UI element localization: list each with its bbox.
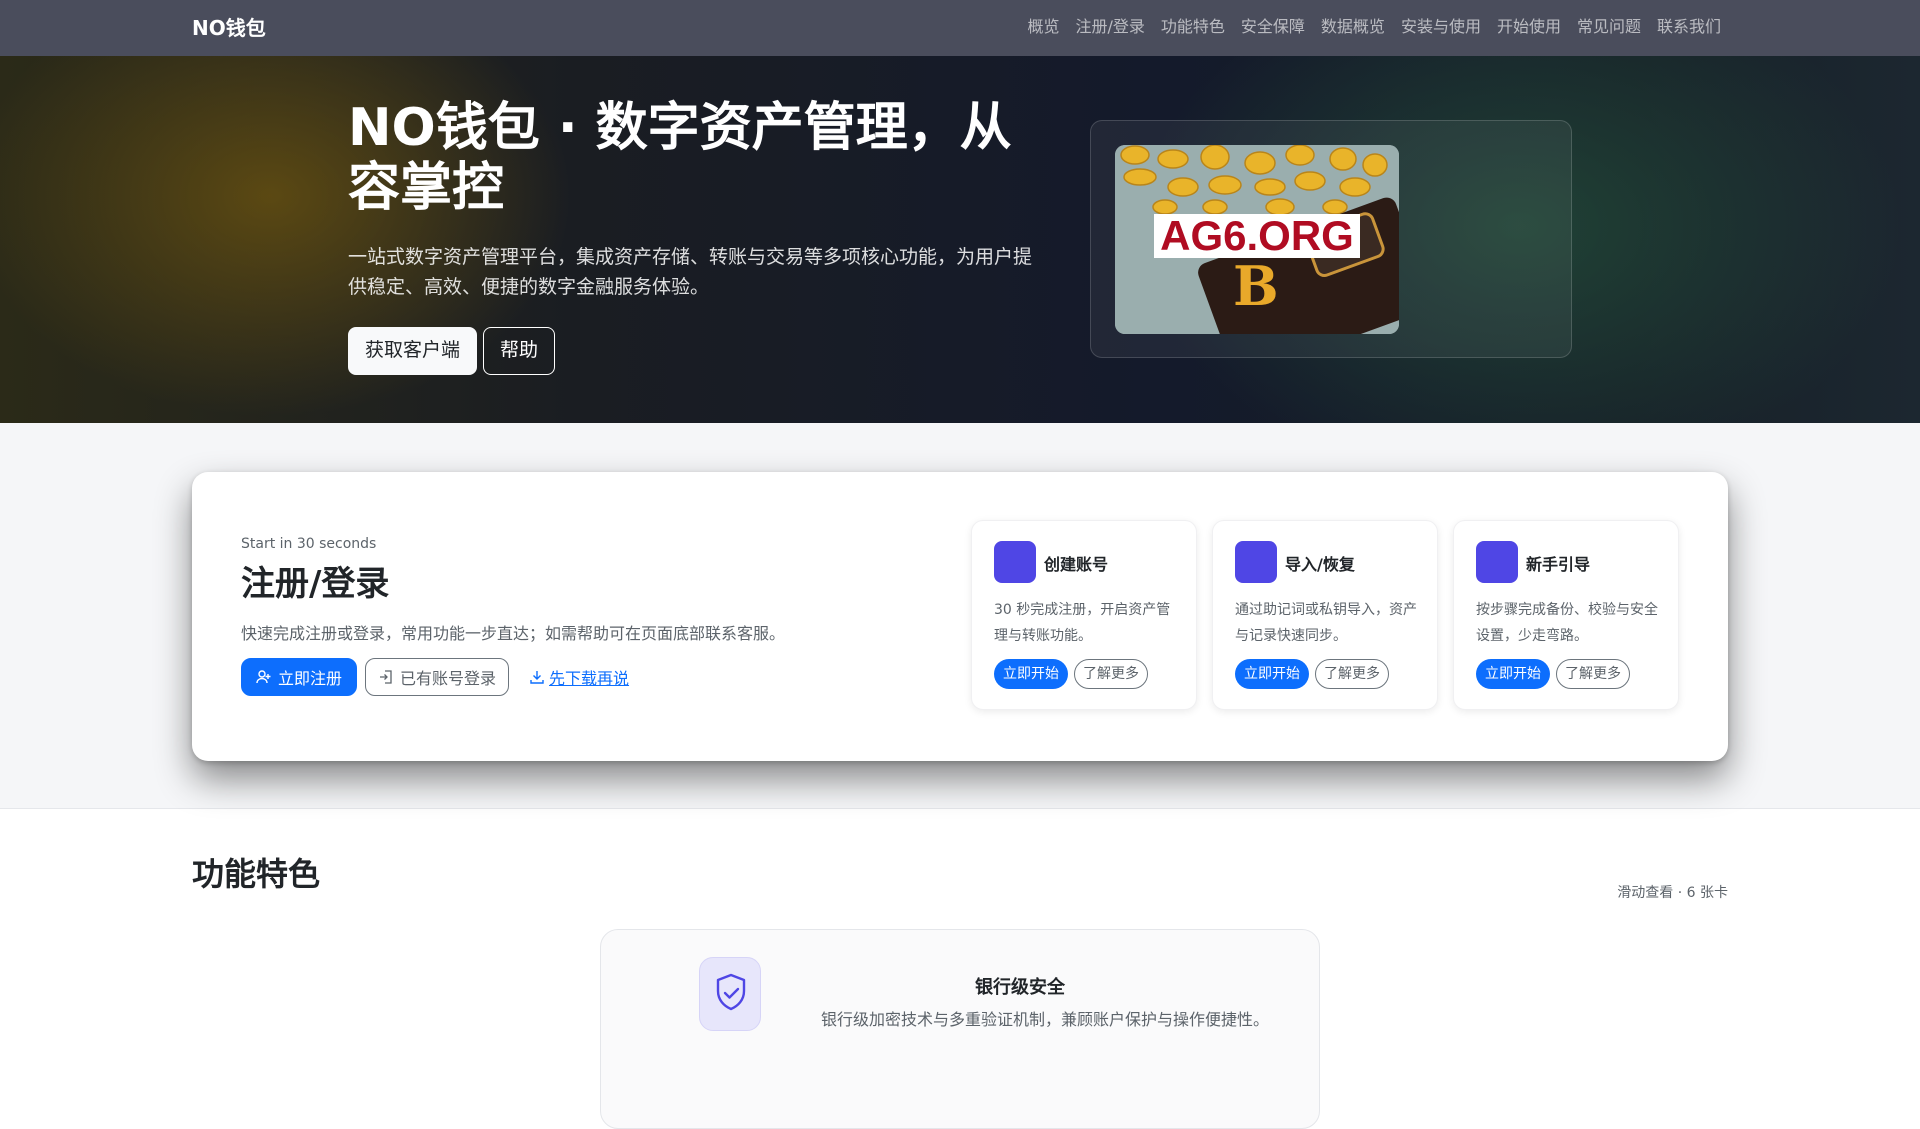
login-icon	[380, 670, 392, 684]
help-button[interactable]: 帮助	[483, 327, 556, 375]
register-section: Start in 30 seconds 注册/登录 快速完成注册或登录，常用功能…	[0, 423, 1920, 809]
card-title: 创建账号	[1044, 555, 1109, 574]
card-buttons: 立即开始 了解更多	[1476, 659, 1630, 689]
hero-buttons: 获取客户端 帮助	[348, 327, 556, 375]
features-title: 功能特色	[192, 855, 321, 893]
feature-card-title: 银行级安全	[975, 977, 1065, 998]
card-description: 按步骤完成备份、校验与安全设置，少走弯路。	[1476, 602, 1658, 644]
create-account-card: 创建账号 30 秒完成注册，开启资产管理与转账功能。 立即开始 了解更多	[971, 520, 1197, 710]
card-buttons: 立即开始 了解更多	[994, 659, 1148, 689]
brand-logo[interactable]: NO钱包	[192, 14, 266, 42]
register-button[interactable]: 立即注册	[241, 658, 358, 696]
nav-link-security[interactable]: 安全保障	[1241, 16, 1305, 38]
navbar: NO钱包 概览 注册/登录 功能特色 安全保障 数据概览 安装与使用 开始使用 …	[0, 0, 1920, 56]
nav-links: 概览 注册/登录 功能特色 安全保障 数据概览 安装与使用 开始使用 常见问题 …	[1027, 16, 1721, 38]
beginner-guide-card: 新手引导 按步骤完成备份、校验与安全设置，少走弯路。 立即开始 了解更多	[1453, 520, 1679, 710]
register-description: 快速完成注册或登录，常用功能一步直达；如需帮助可在页面底部联系客服。	[241, 624, 786, 643]
feature-card-description: 银行级加密技术与多重验证机制，兼顾账户保护与操作便捷性。	[820, 1010, 1269, 1029]
feature-card[interactable]: 银行级安全 银行级加密技术与多重验证机制，兼顾账户保护与操作便捷性。	[600, 929, 1320, 1129]
hero-title: NO钱包 · 数字资产管理，从容掌控	[348, 98, 1012, 218]
nav-link-install[interactable]: 安装与使用	[1401, 16, 1481, 38]
card-title: 新手引导	[1526, 555, 1591, 574]
login-button-label: 已有账号登录	[400, 671, 497, 688]
beginner-guide-icon	[1476, 541, 1518, 583]
card-description: 通过助记词或私钥导入，资产与记录快速同步。	[1235, 602, 1417, 644]
register-card: Start in 30 seconds 注册/登录 快速完成注册或登录，常用功能…	[192, 472, 1728, 761]
hero-image: B AG6.ORG	[1115, 145, 1399, 334]
register-button-label: 立即注册	[278, 671, 343, 688]
learn-more-button[interactable]: 了解更多	[1556, 659, 1630, 689]
image-watermark: AG6.ORG	[1154, 214, 1360, 258]
import-restore-card: 导入/恢复 通过助记词或私钥导入，资产与记录快速同步。 立即开始 了解更多	[1212, 520, 1438, 710]
nav-link-start[interactable]: 开始使用	[1497, 16, 1561, 38]
nav-link-contact[interactable]: 联系我们	[1657, 16, 1721, 38]
nav-link-data[interactable]: 数据概览	[1321, 16, 1385, 38]
register-actions: 立即注册 已有账号登录 先下载再说	[241, 658, 629, 696]
register-eyebrow: Start in 30 seconds	[241, 536, 377, 552]
register-title: 注册/登录	[241, 564, 390, 604]
download-icon	[530, 671, 544, 684]
nav-link-overview[interactable]: 概览	[1027, 16, 1059, 38]
start-now-button[interactable]: 立即开始	[994, 659, 1068, 689]
download-link[interactable]: 先下载再说	[529, 665, 629, 689]
nav-link-features[interactable]: 功能特色	[1161, 16, 1225, 38]
learn-more-button[interactable]: 了解更多	[1315, 659, 1389, 689]
person-add-icon	[256, 670, 271, 684]
login-button[interactable]: 已有账号登录	[365, 658, 510, 696]
create-account-icon	[994, 541, 1036, 583]
start-now-button[interactable]: 立即开始	[1476, 659, 1550, 689]
hero-image-panel: B AG6.ORG	[1090, 120, 1572, 358]
download-link-label: 先下载再说	[549, 669, 630, 688]
svg-text:B: B	[1233, 254, 1279, 318]
card-description: 30 秒完成注册，开启资产管理与转账功能。	[994, 602, 1171, 644]
nav-link-faq[interactable]: 常见问题	[1577, 16, 1641, 38]
card-buttons: 立即开始 了解更多	[1235, 659, 1389, 689]
features-hint: 滑动查看 · 6 张卡	[1617, 885, 1728, 901]
hero-description: 一站式数字资产管理平台，集成资产存储、转账与交易等多项核心功能，为用户提供稳定、…	[348, 246, 1033, 298]
get-client-button[interactable]: 获取客户端	[348, 327, 478, 375]
start-now-button[interactable]: 立即开始	[1235, 659, 1309, 689]
import-restore-icon	[1235, 541, 1277, 583]
learn-more-button[interactable]: 了解更多	[1074, 659, 1148, 689]
hero-section: NO钱包 · 数字资产管理，从容掌控 一站式数字资产管理平台，集成资产存储、转账…	[0, 56, 1920, 423]
nav-link-register[interactable]: 注册/登录	[1075, 16, 1144, 38]
card-title: 导入/恢复	[1285, 555, 1355, 574]
